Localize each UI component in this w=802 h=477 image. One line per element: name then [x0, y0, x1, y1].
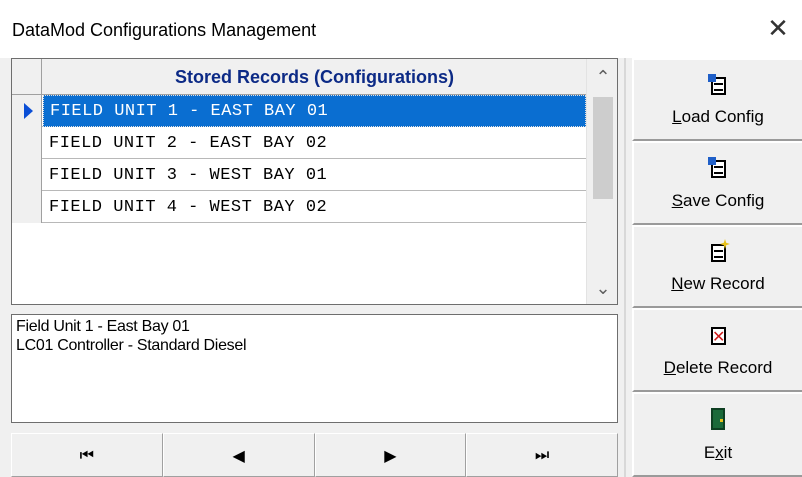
scroll-thumb[interactable] [593, 97, 613, 199]
row-indicator [12, 191, 42, 223]
new-record-button[interactable]: New Record [632, 225, 802, 308]
load-config-label: Load Config [672, 107, 764, 126]
delete-record-label: Delete Record [663, 358, 773, 377]
table-cell[interactable]: FIELD UNIT 1 - EAST BAY 01 [43, 95, 586, 127]
table-cell[interactable]: FIELD UNIT 3 - WEST BAY 01 [43, 159, 586, 191]
grid-rows: FIELD UNIT 1 - EAST BAY 01 FIELD UNIT 2 … [12, 95, 586, 223]
memo-line: LC01 Controller - Standard Diesel [16, 337, 247, 354]
prior-record-button[interactable]: ◀ [162, 433, 315, 477]
skip-first-icon: ⏮ [79, 445, 95, 464]
title-bar: DataMod Configurations Management ✕ [0, 0, 802, 58]
load-document-icon [708, 74, 728, 96]
delete-document-icon: ✕ [711, 327, 726, 346]
grid-header: Stored Records (Configurations) [12, 59, 586, 95]
row-indicator [12, 127, 42, 159]
table-cell[interactable]: FIELD UNIT 4 - WEST BAY 02 [43, 191, 586, 223]
triangle-left-icon: ◀ [232, 445, 245, 465]
first-record-button[interactable]: ⏮ [11, 433, 163, 477]
record-description-memo[interactable]: Field Unit 1 - East Bay 01 LC01 Controll… [11, 314, 618, 423]
scroll-down-button[interactable]: ⌄ [587, 270, 617, 304]
delete-record-button[interactable]: ✕ Delete Record [632, 308, 802, 392]
chevron-down-icon: ⌄ [595, 277, 611, 299]
chevron-up-icon: ⌃ [595, 66, 611, 88]
table-row[interactable]: FIELD UNIT 2 - EAST BAY 02 [12, 127, 586, 159]
next-record-button[interactable]: ▶ [314, 433, 467, 477]
record-navigator: ⏮ ◀ ▶ ⏭ [11, 433, 618, 477]
records-grid[interactable]: Stored Records (Configurations) FIELD UN… [11, 58, 618, 305]
skip-last-icon: ⏭ [534, 445, 550, 464]
grid-column-header[interactable]: Stored Records (Configurations) [43, 59, 586, 95]
load-config-button[interactable]: Load Config [632, 58, 802, 141]
new-document-icon [708, 239, 730, 263]
scroll-up-button[interactable]: ⌃ [587, 59, 617, 95]
new-record-label: New Record [671, 274, 765, 293]
last-record-button[interactable]: ⏭ [466, 433, 618, 477]
triangle-right-icon: ▶ [384, 445, 397, 465]
close-icon: ✕ [767, 14, 789, 44]
table-row[interactable]: FIELD UNIT 3 - WEST BAY 01 [12, 159, 586, 191]
exit-button[interactable]: Exit [632, 392, 802, 477]
row-indicator [12, 159, 42, 191]
save-config-label: Save Config [671, 191, 765, 210]
current-row-arrow-icon [24, 103, 33, 119]
table-row[interactable]: FIELD UNIT 4 - WEST BAY 02 [12, 191, 586, 223]
row-indicator [12, 95, 42, 127]
save-document-icon [708, 157, 728, 179]
exit-label: Exit [703, 443, 733, 462]
window-title: DataMod Configurations Management [12, 20, 317, 40]
memo-line: Field Unit 1 - East Bay 01 [16, 318, 190, 335]
table-row[interactable]: FIELD UNIT 1 - EAST BAY 01 [12, 95, 586, 127]
exit-door-icon [711, 408, 725, 430]
grid-vertical-scrollbar[interactable]: ⌃ ⌄ [586, 59, 617, 304]
action-panel: Load Config Save Config New Record ✕ Del… [624, 58, 802, 477]
table-cell[interactable]: FIELD UNIT 2 - EAST BAY 02 [43, 127, 586, 159]
header-indicator-cell [12, 59, 42, 95]
client-area: Stored Records (Configurations) FIELD UN… [0, 58, 802, 477]
save-config-button[interactable]: Save Config [632, 141, 802, 225]
close-button[interactable]: ✕ [754, 0, 802, 58]
